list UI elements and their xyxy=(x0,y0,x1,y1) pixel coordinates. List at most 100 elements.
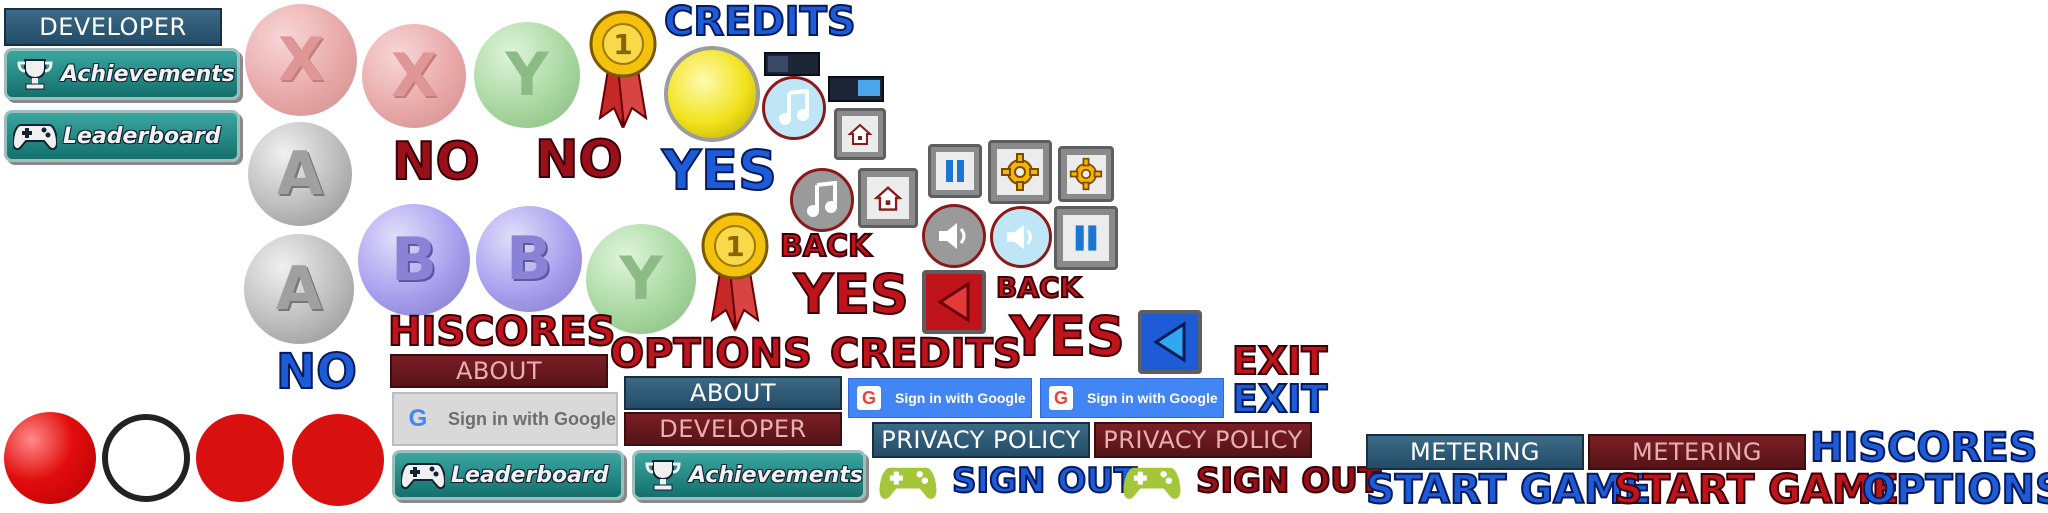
b-glyph: B xyxy=(391,225,437,295)
achievements-button-2[interactable]: Achievements xyxy=(632,450,866,500)
sign-out-text-blue[interactable]: SIGN OUT xyxy=(951,463,1138,499)
google-g-icon-3: G xyxy=(1049,386,1073,410)
metering-label-red: METERING xyxy=(1632,438,1762,466)
y-ball-button[interactable]: Y xyxy=(474,22,580,128)
about-label-red: ABOUT xyxy=(455,357,543,385)
back-button-red[interactable] xyxy=(922,270,986,334)
exit-text-blue: EXIT xyxy=(1231,377,1328,421)
b-ball-button-2[interactable]: B xyxy=(476,206,582,312)
achievements-label: Achievements xyxy=(61,61,235,87)
medal-icon: 1 xyxy=(588,8,658,130)
hiscores-text-red: HISCORES xyxy=(387,309,616,355)
red-ball-glossy[interactable] xyxy=(4,412,96,504)
options-text-blue[interactable]: OPTIONS xyxy=(1861,469,2048,511)
speaker-icon xyxy=(939,223,966,249)
privacy-policy-label-red: PRIVACY POLICY xyxy=(1103,426,1303,454)
gamepad-icon xyxy=(13,124,57,151)
about-button-red[interactable]: ABOUT xyxy=(390,354,608,388)
google-sign-in-label-1: Sign in with Google xyxy=(895,390,1026,406)
pause-button-small[interactable] xyxy=(928,144,982,198)
no-text-2: NO xyxy=(534,130,624,190)
music-note-icon-2 xyxy=(807,181,837,217)
developer-label: DEVELOPER xyxy=(39,13,187,41)
x-ball-button-small[interactable]: X xyxy=(362,24,466,128)
leaderboard-button[interactable]: Leaderboard xyxy=(4,110,240,162)
credits-text-red: CREDITS xyxy=(829,331,1023,377)
google-g-icon: G xyxy=(408,405,428,432)
start-game-text-red[interactable]: START GAME xyxy=(1613,469,1900,511)
gamepad-green-icon-2 xyxy=(1122,460,1182,504)
metering-label-blue: METERING xyxy=(1410,438,1540,466)
red-ball-flat[interactable] xyxy=(196,414,284,502)
ring-button[interactable] xyxy=(102,414,190,502)
hiscores-text-blue: HISCORES xyxy=(1809,425,2038,471)
x-ball-button[interactable]: X xyxy=(245,4,357,116)
about-label-blue: ABOUT xyxy=(689,379,777,407)
privacy-policy-button-blue[interactable]: PRIVACY POLICY xyxy=(872,422,1090,458)
developer-label-red: DEVELOPER xyxy=(659,415,807,443)
a-ball-button-2[interactable]: A xyxy=(244,234,354,344)
toggle-off[interactable] xyxy=(764,52,820,76)
google-sign-in-blue-1[interactable]: G Sign in with Google xyxy=(848,378,1032,418)
pause-icon xyxy=(946,160,964,182)
gear-button-small[interactable] xyxy=(1058,146,1114,202)
about-button-blue[interactable]: ABOUT xyxy=(624,376,842,410)
achievements-label-2: Achievements xyxy=(689,462,863,488)
exit-text-red: EXIT xyxy=(1231,339,1328,383)
yes-text-1: YES xyxy=(661,139,778,202)
medal-glyph: 1 xyxy=(613,28,632,61)
pause-icon-2 xyxy=(1075,225,1097,251)
developer-button-red[interactable]: DEVELOPER xyxy=(624,412,842,446)
google-sign-in-label-gray: Sign in with Google xyxy=(448,408,616,429)
trophy-icon-2 xyxy=(645,460,681,491)
x-glyph: X xyxy=(277,25,325,95)
back-button-blue[interactable] xyxy=(1138,310,1202,374)
music-note-button[interactable] xyxy=(762,76,826,140)
achievements-button[interactable]: Achievements xyxy=(4,48,240,100)
red-ball-flat-2[interactable] xyxy=(292,414,384,506)
start-game-text-blue[interactable]: START GAME xyxy=(1365,469,1652,511)
music-note-button-gray[interactable] xyxy=(790,168,854,232)
yes-text-red-2: YES xyxy=(1009,305,1126,368)
back-text-1: BACK xyxy=(779,229,872,264)
credits-text-blue: CREDITS xyxy=(663,0,857,45)
google-g-icon-2: G xyxy=(857,386,881,410)
b-glyph-2: B xyxy=(506,224,552,294)
google-sign-in-blue-2[interactable]: G Sign in with Google xyxy=(1040,378,1224,418)
gamepad-green-icon xyxy=(878,460,938,504)
no-text-blue: NO xyxy=(275,344,358,400)
speaker-button-blue[interactable] xyxy=(990,206,1052,268)
google-sign-in-gray[interactable]: G Sign in with Google xyxy=(392,392,618,446)
medal-glyph-2: 1 xyxy=(725,230,744,263)
yellow-round-button[interactable] xyxy=(664,46,760,142)
privacy-policy-label-blue: PRIVACY POLICY xyxy=(881,426,1081,454)
a-glyph-2: A xyxy=(275,254,323,324)
y-glyph: Y xyxy=(505,40,549,110)
leaderboard-button-2[interactable]: Leaderboard xyxy=(392,450,624,500)
b-ball-button[interactable]: B xyxy=(358,204,470,316)
home-button[interactable] xyxy=(858,168,918,228)
no-text-1: NO xyxy=(391,132,481,192)
gear-button[interactable] xyxy=(988,140,1052,204)
leaderboard-label-2: Leaderboard xyxy=(451,462,609,488)
privacy-policy-button-red[interactable]: PRIVACY POLICY xyxy=(1094,422,1312,458)
pause-button[interactable] xyxy=(1054,206,1118,270)
developer-button[interactable]: DEVELOPER xyxy=(4,8,222,46)
gear-icon-2 xyxy=(1069,157,1103,191)
back-text-2: BACK xyxy=(995,271,1082,304)
home-button-small[interactable] xyxy=(834,108,886,160)
music-note-icon xyxy=(779,89,809,125)
home-icon-2 xyxy=(873,186,903,211)
metering-button-blue[interactable]: METERING xyxy=(1366,434,1584,470)
toggle-on[interactable] xyxy=(828,76,884,102)
metering-button-red[interactable]: METERING xyxy=(1588,434,1806,470)
speaker-button-gray[interactable] xyxy=(922,204,986,268)
a-ball-button[interactable]: A xyxy=(248,122,352,226)
back-arrow-icon-2 xyxy=(1153,321,1186,363)
gear-icon xyxy=(1000,152,1039,191)
google-sign-in-label-2: Sign in with Google xyxy=(1087,390,1218,406)
x-glyph-small: X xyxy=(390,41,438,111)
yes-text-red-1: YES xyxy=(793,263,910,326)
sign-out-text-maroon[interactable]: SIGN OUT xyxy=(1195,463,1382,499)
home-icon xyxy=(847,123,873,145)
